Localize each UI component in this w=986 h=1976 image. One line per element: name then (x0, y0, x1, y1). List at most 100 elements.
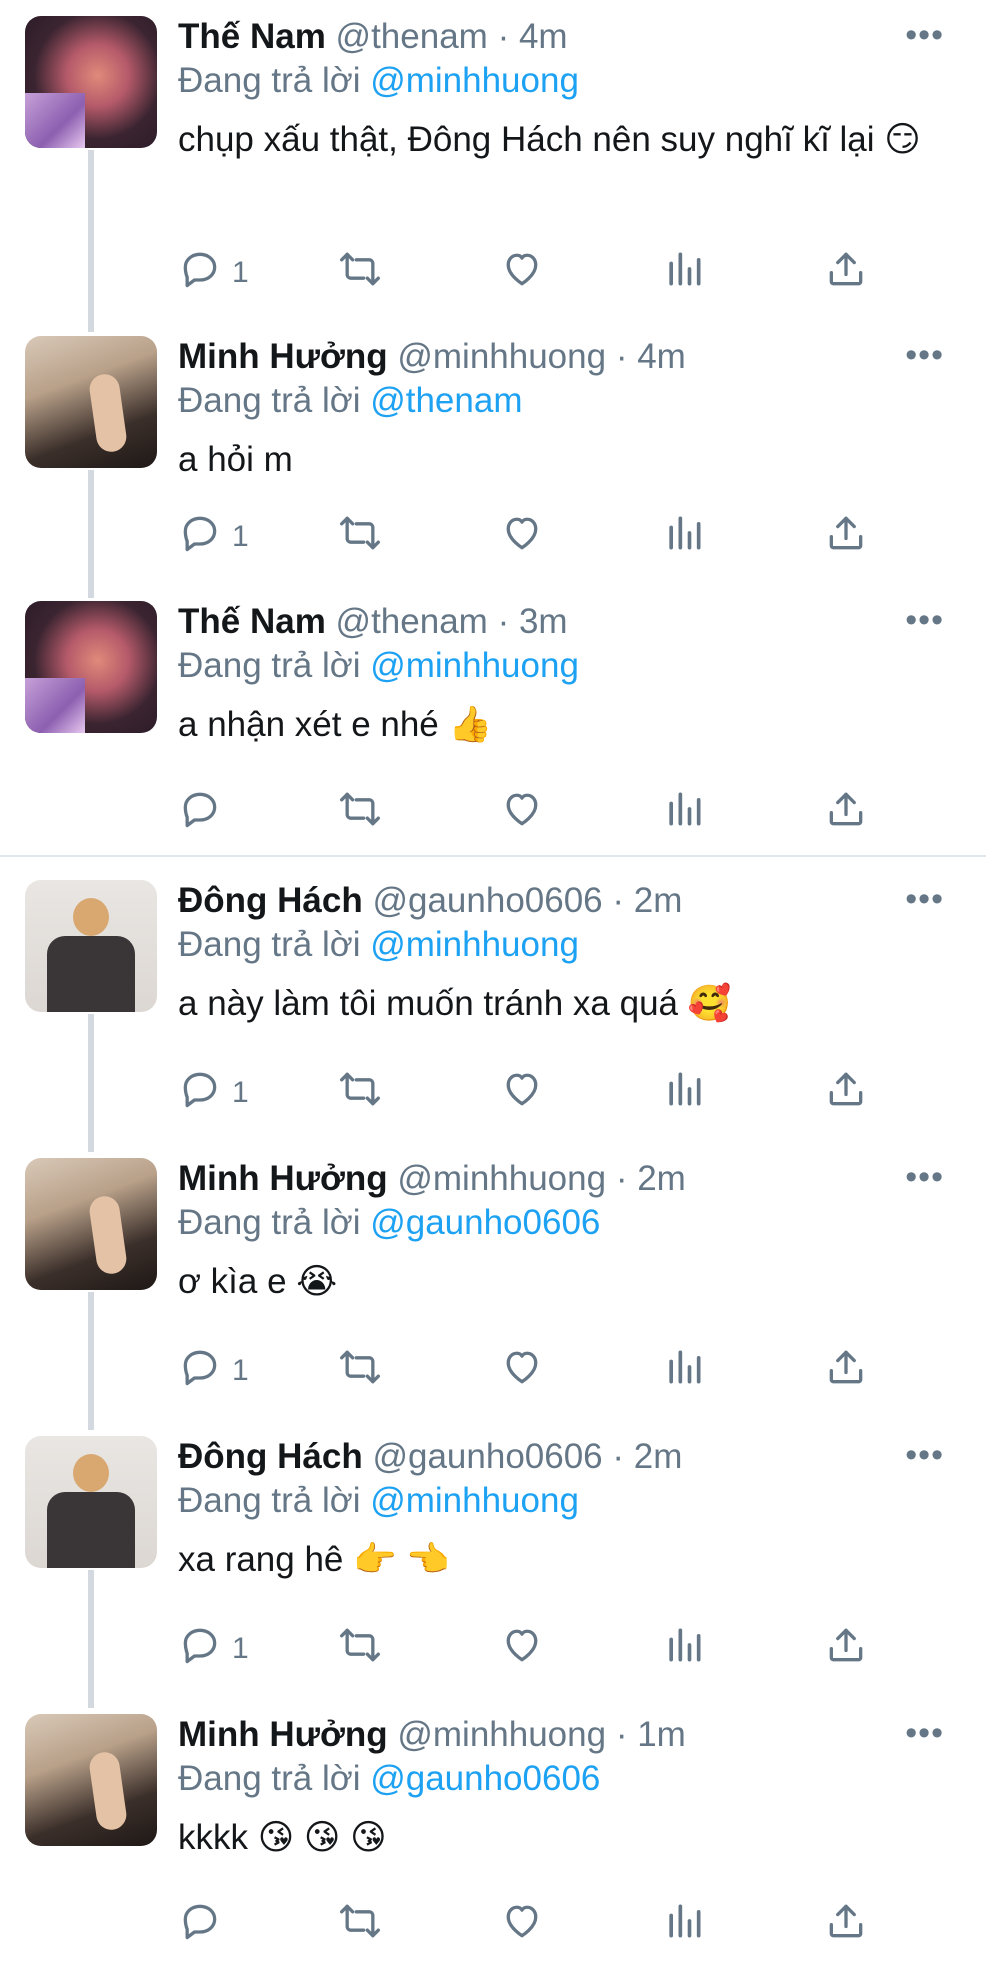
tweet[interactable]: Minh Hưởng @minhhuong · 2m ••• Đang trả … (0, 1142, 986, 1420)
retweet-button[interactable] (338, 1624, 382, 1674)
more-horizontal-icon[interactable]: ••• (905, 338, 944, 372)
reply-to-mention[interactable]: @minhhuong (370, 646, 579, 685)
share-button[interactable] (824, 1068, 868, 1118)
analytics-button[interactable] (662, 512, 706, 562)
share-button[interactable] (824, 1624, 868, 1674)
reply-button[interactable]: 1 (178, 248, 249, 298)
retweet-button[interactable] (338, 1346, 382, 1396)
analytics-icon (662, 1623, 706, 1675)
user-handle[interactable]: @thenam (336, 17, 488, 56)
user-handle[interactable]: @minhhuong (397, 1715, 606, 1754)
tweet[interactable]: Đông Hách @gaunho0606 · 2m ••• Đang trả … (0, 1420, 986, 1698)
timestamp[interactable]: · 4m (498, 17, 568, 56)
timestamp[interactable]: · 2m (612, 1437, 682, 1476)
reply-button[interactable] (178, 788, 232, 838)
reply-to-mention[interactable]: @thenam (370, 381, 522, 420)
display-name[interactable]: Minh Hưởng (178, 1159, 388, 1198)
like-button[interactable] (500, 1346, 544, 1396)
avatar[interactable] (25, 601, 157, 733)
display-name[interactable]: Thế Nam (178, 17, 326, 56)
more-horizontal-icon[interactable]: ••• (905, 1160, 944, 1194)
share-icon (824, 1067, 868, 1119)
more-horizontal-icon[interactable]: ••• (905, 882, 944, 916)
analytics-button[interactable] (662, 248, 706, 298)
analytics-button[interactable] (662, 788, 706, 838)
reply-count: 1 (232, 1354, 249, 1387)
tweet[interactable]: Thế Nam @thenam · 3m ••• Đang trả lời @m… (0, 585, 986, 863)
like-button[interactable] (500, 788, 544, 838)
heart-icon (500, 1345, 544, 1397)
reply-button[interactable]: 1 (178, 1624, 249, 1674)
share-icon (824, 1345, 868, 1397)
analytics-button[interactable] (662, 1346, 706, 1396)
display-name[interactable]: Đông Hách (178, 881, 363, 920)
more-horizontal-icon[interactable]: ••• (905, 603, 944, 637)
analytics-button[interactable] (662, 1624, 706, 1674)
reply-button[interactable] (178, 1900, 232, 1950)
like-button[interactable] (500, 1624, 544, 1674)
reply-to-mention[interactable]: @minhhuong (370, 61, 579, 100)
avatar[interactable] (25, 880, 157, 1012)
tweet[interactable]: Thế Nam @thenam · 4m ••• Đang trả lời @m… (0, 0, 986, 289)
tweet-text: a hỏi m (178, 440, 293, 479)
reply-button[interactable]: 1 (178, 1346, 249, 1396)
analytics-button[interactable] (662, 1900, 706, 1950)
retweet-button[interactable] (338, 788, 382, 838)
tweet[interactable]: Minh Hưởng @minhhuong · 4m ••• Đang trả … (0, 320, 986, 598)
like-button[interactable] (500, 248, 544, 298)
user-handle[interactable]: @minhhuong (397, 1159, 606, 1198)
user-handle[interactable]: @thenam (336, 602, 488, 641)
tweet-actions: 1 (178, 1068, 878, 1118)
tweet-actions (178, 788, 878, 838)
tweet[interactable]: Đông Hách @gaunho0606 · 2m ••• Đang trả … (0, 864, 986, 1142)
conversation-divider (0, 855, 986, 857)
user-handle[interactable]: @gaunho0606 (372, 1437, 602, 1476)
display-name[interactable]: Đông Hách (178, 1437, 363, 1476)
avatar[interactable] (25, 1158, 157, 1290)
like-button[interactable] (500, 1068, 544, 1118)
tweet-text: ơ kìa e 😭 (178, 1262, 338, 1301)
reply-button[interactable]: 1 (178, 512, 249, 562)
replying-to-label: Đang trả lời (178, 1481, 361, 1520)
reply-to-mention[interactable]: @minhhuong (370, 1481, 579, 1520)
display-name[interactable]: Minh Hưởng (178, 337, 388, 376)
timestamp[interactable]: · 4m (616, 337, 686, 376)
reply-to-mention[interactable]: @gaunho0606 (370, 1203, 600, 1242)
timestamp[interactable]: · 2m (612, 881, 682, 920)
tweet-header: Đông Hách @gaunho0606 · 2m (178, 880, 682, 922)
display-name[interactable]: Thế Nam (178, 602, 326, 641)
like-button[interactable] (500, 1900, 544, 1950)
analytics-button[interactable] (662, 1068, 706, 1118)
retweet-button[interactable] (338, 512, 382, 562)
avatar[interactable] (25, 336, 157, 468)
user-handle[interactable]: @gaunho0606 (372, 881, 602, 920)
retweet-button[interactable] (338, 248, 382, 298)
reply-to-mention[interactable]: @gaunho0606 (370, 1759, 600, 1798)
reply-button[interactable]: 1 (178, 1068, 249, 1118)
more-horizontal-icon[interactable]: ••• (905, 18, 944, 52)
tweet-header: Đông Hách @gaunho0606 · 2m (178, 1436, 682, 1478)
user-handle[interactable]: @minhhuong (397, 337, 606, 376)
share-button[interactable] (824, 1900, 868, 1950)
avatar[interactable] (25, 1714, 157, 1846)
more-horizontal-icon[interactable]: ••• (905, 1716, 944, 1750)
avatar[interactable] (25, 1436, 157, 1568)
like-button[interactable] (500, 512, 544, 562)
replying-to-label: Đang trả lời (178, 925, 361, 964)
tweet[interactable]: Minh Hưởng @minhhuong · 1m ••• Đang trả … (0, 1698, 986, 1976)
share-button[interactable] (824, 512, 868, 562)
timestamp[interactable]: · 2m (616, 1159, 686, 1198)
share-button[interactable] (824, 1346, 868, 1396)
retweet-button[interactable] (338, 1068, 382, 1118)
timestamp[interactable]: · 1m (616, 1715, 686, 1754)
display-name[interactable]: Minh Hưởng (178, 1715, 388, 1754)
avatar[interactable] (25, 16, 157, 148)
share-button[interactable] (824, 248, 868, 298)
timestamp[interactable]: · 3m (498, 602, 568, 641)
reply-count: 1 (232, 1076, 249, 1109)
share-button[interactable] (824, 788, 868, 838)
retweet-icon (338, 247, 382, 299)
reply-to-mention[interactable]: @minhhuong (370, 925, 579, 964)
retweet-button[interactable] (338, 1900, 382, 1950)
more-horizontal-icon[interactable]: ••• (905, 1438, 944, 1472)
